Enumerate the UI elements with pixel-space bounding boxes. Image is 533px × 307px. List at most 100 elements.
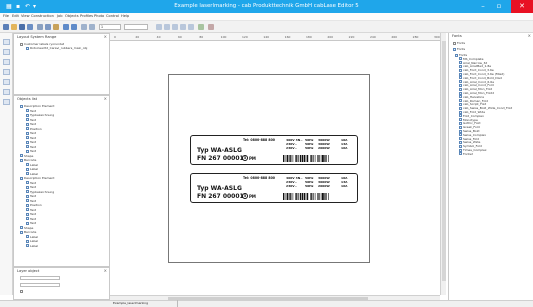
object-row[interactable]: Shape: [20, 226, 33, 230]
object-row-label: Label: [30, 243, 39, 248]
layer-checkbox[interactable]: [20, 290, 23, 293]
layer-panel-close-icon[interactable]: ×: [104, 268, 107, 273]
menu-help[interactable]: Help: [121, 14, 129, 18]
object-row[interactable]: Description Element: [20, 104, 54, 108]
maximize-button[interactable]: ▫: [491, 0, 507, 13]
zoom-out-icon[interactable]: [89, 24, 95, 30]
fonts-tab[interactable]: Fonts: [453, 41, 465, 45]
menu-control[interactable]: Control: [106, 14, 119, 18]
object-row[interactable]: Text: [26, 131, 36, 135]
object-row[interactable]: Text: [26, 122, 36, 126]
layout-panel-close-icon[interactable]: ×: [104, 34, 107, 39]
object-row[interactable]: Text: [26, 194, 36, 198]
object-row[interactable]: Label: [26, 244, 38, 248]
object-row[interactable]: Barcode: [20, 158, 36, 162]
layer-select[interactable]: [124, 24, 148, 30]
document-tab[interactable]: Example_laserlmarking: [110, 300, 178, 307]
object-row[interactable]: Description Element: [20, 176, 54, 180]
object-row[interactable]: Text: [26, 199, 36, 203]
line-tool-icon[interactable]: [3, 59, 10, 65]
barcode-bar: [286, 155, 289, 162]
type-plate-label-1[interactable]: Tel: 0800-888 800 400V 3N~ 230V~ 230V~ 50H…: [190, 135, 358, 165]
close-button[interactable]: ✕: [511, 0, 533, 13]
print-icon[interactable]: [27, 24, 33, 30]
barcode-bar: [310, 155, 311, 162]
object-row[interactable]: Label: [26, 167, 38, 171]
align-top-icon[interactable]: [180, 24, 186, 30]
object-row[interactable]: Text: [26, 109, 36, 113]
align-bottom-icon[interactable]: [188, 24, 194, 30]
text-tool-icon[interactable]: [3, 49, 10, 55]
object-row-icon: [26, 208, 29, 211]
copy-icon[interactable]: [45, 24, 51, 30]
layout-tree-child[interactable]: Rotoclearltd_Caravi_rubbers_main_obj: [26, 46, 87, 50]
image-tool-icon[interactable]: [3, 99, 10, 105]
redo-toolbar-icon[interactable]: [71, 24, 77, 30]
fonts-group[interactable]: Fonts: [453, 47, 465, 51]
menu-edit[interactable]: Edit: [12, 14, 19, 18]
minimize-button[interactable]: –: [475, 0, 491, 13]
object-row[interactable]: Text: [26, 217, 36, 221]
barcode-bar: [298, 155, 299, 162]
object-row[interactable]: Label: [26, 172, 38, 176]
rectangle-tool-icon[interactable]: [3, 69, 10, 75]
type-plate-label-2[interactable]: Tel: 0800-888 800 400V 3N~ 230V~ 230V~ 50H…: [190, 173, 358, 203]
object-row[interactable]: Text: [26, 221, 36, 225]
print-page[interactable]: [168, 74, 370, 263]
object-row[interactable]: Text: [26, 181, 36, 185]
menu-view[interactable]: View: [21, 14, 30, 18]
layer-input[interactable]: [20, 276, 60, 280]
save-toolbar-icon[interactable]: [19, 24, 25, 30]
undo-toolbar-icon[interactable]: [63, 24, 69, 30]
object-row[interactable]: Barcode: [20, 230, 36, 234]
layer-input-2[interactable]: [20, 283, 60, 287]
object-row[interactable]: Text: [26, 140, 36, 144]
zoom-in-icon[interactable]: [81, 24, 87, 30]
object-row[interactable]: Shape: [20, 154, 33, 158]
font-row[interactable]: Fonts2: [459, 152, 473, 156]
object-row[interactable]: Typbezeichnung: [26, 190, 54, 194]
objects-panel-close-icon[interactable]: ×: [104, 96, 107, 101]
objects-panel: Objects list × Description Element Text Ty…: [13, 95, 110, 267]
menu-objects[interactable]: Objects: [65, 14, 79, 18]
object-row[interactable]: Text: [26, 212, 36, 216]
laser-icon[interactable]: [198, 24, 204, 30]
object-row-icon: [26, 172, 29, 175]
object-row[interactable]: Text: [26, 136, 36, 140]
menu-profiles[interactable]: Profiles: [80, 14, 93, 18]
object-row[interactable]: Text: [26, 149, 36, 153]
ellipse-tool-icon[interactable]: [3, 79, 10, 85]
menu-job[interactable]: Job: [57, 14, 63, 18]
object-row-icon: [26, 140, 29, 144]
fonts-panel-close-icon[interactable]: ×: [528, 33, 531, 38]
zoom-select[interactable]: 1: [99, 24, 121, 30]
align-right-icon[interactable]: [172, 24, 178, 30]
object-row[interactable]: Position: [26, 203, 42, 207]
align-left-icon[interactable]: [156, 24, 162, 30]
align-center-icon[interactable]: [164, 24, 170, 30]
expand-icon[interactable]: [20, 42, 23, 46]
object-row[interactable]: Label: [26, 239, 38, 243]
select-tool-icon[interactable]: [3, 39, 10, 45]
paste-icon[interactable]: [53, 24, 59, 30]
new-icon[interactable]: [3, 24, 9, 30]
object-row[interactable]: Label: [26, 235, 38, 239]
object-row-icon: [20, 176, 23, 180]
menu-construction[interactable]: Construction: [31, 14, 54, 18]
cut-icon[interactable]: [37, 24, 43, 30]
object-row[interactable]: Position: [26, 127, 42, 131]
menu-file[interactable]: File: [3, 14, 9, 18]
object-row[interactable]: Text: [26, 145, 36, 149]
object-row-label: Typbezeichnung: [30, 189, 55, 194]
open-icon[interactable]: [11, 24, 17, 30]
object-row[interactable]: Text: [26, 208, 36, 212]
menu-photo[interactable]: Photo: [94, 14, 104, 18]
object-row[interactable]: Text: [26, 185, 36, 189]
object-row[interactable]: Typbezeichnung: [26, 113, 54, 117]
object-row[interactable]: Label: [26, 163, 38, 167]
object-row[interactable]: Text: [26, 118, 36, 122]
stop-icon[interactable]: [208, 24, 214, 30]
vertical-scrollbar[interactable]: [440, 33, 446, 295]
vertical-scroll-thumb[interactable]: [442, 41, 446, 281]
barcode-tool-icon[interactable]: [3, 89, 10, 95]
